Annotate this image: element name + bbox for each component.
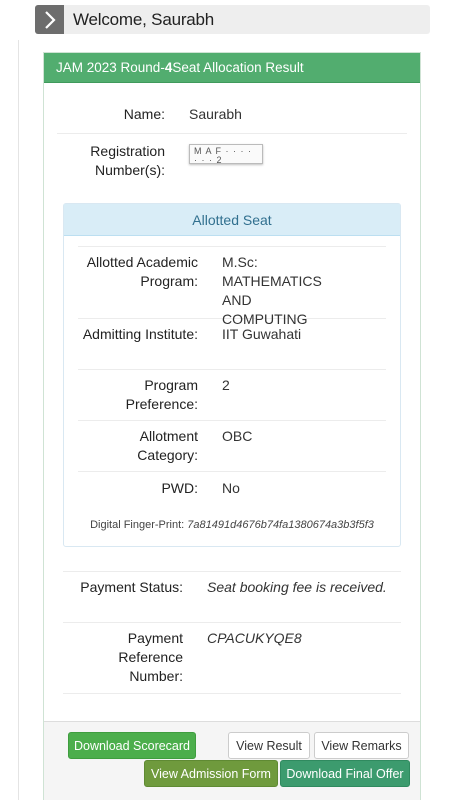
welcome-text: Welcome, Saurabh [73,9,215,29]
registration-number-image: M A F · · · · · · · 2 [189,144,263,164]
allotted-seat-header: Allotted Seat [64,204,400,236]
fingerprint-value: 7a81491d4676b74fa1380674a3b3f5f3 [187,519,374,531]
pwd-row: PWD: No [78,471,386,505]
name-label: Name: [123,105,165,122]
view-admission-form-button[interactable]: View Admission Form [144,760,278,787]
category-value: OBC [222,428,253,444]
seat-allocation-panel: JAM 2023 Round- 4 Seat Allocation Result … [43,52,421,800]
action-footer: Download Scorecard View Result View Rema… [44,721,420,800]
institute-row: Admitting Institute: IIT Guwahati [78,318,386,369]
preference-value: 2 [222,377,230,393]
name-row: Name: Saurabh [57,95,407,133]
payment-reference-label: Payment Reference Number: [118,630,183,684]
page-left-rail [18,40,19,800]
allotted-seat-table: Allotted Academic Program: M.Sc: MATHEMA… [78,246,386,505]
program-label: Allotted Academic Program: [86,254,198,289]
chevron-right-icon[interactable] [35,5,64,34]
view-result-button[interactable]: View Result [228,732,310,759]
candidate-table: Name: Saurabh Registration Number(s): M … [57,95,407,189]
category-row: Allotment Category: OBC [78,420,386,471]
welcome-bar: Welcome, Saurabh [35,5,430,34]
payment-status-label: Payment Status: [80,579,183,595]
digital-fingerprint: Digital Finger-Print: 7a81491d4676b74fa1… [90,519,374,531]
payment-table: Payment Status: Seat booking fee is rece… [63,571,401,694]
preference-row: Program Preference: 2 [78,369,386,420]
institute-label: Admitting Institute: [82,326,198,342]
institute-value: IIT Guwahati [222,326,302,342]
pwd-label: PWD: [161,480,198,496]
download-final-offer-button[interactable]: Download Final Offer [280,760,410,787]
download-scorecard-button[interactable]: Download Scorecard [68,732,196,759]
payment-status-row: Payment Status: Seat booking fee is rece… [63,571,401,622]
program-row: Allotted Academic Program: M.Sc: MATHEMA… [78,246,386,327]
program-value: M.Sc: MATHEMATICS AND COMPUTING [222,254,322,327]
name-value: Saurabh [189,105,242,122]
panel-title: JAM 2023 Round- 4 Seat Allocation Result [44,53,420,83]
category-label: Allotment Category: [137,428,198,463]
pwd-value: No [222,480,240,496]
preference-label: Program Preference: [125,377,198,412]
payment-reference-row: Payment Reference Number: CPACUKYQE8 [63,622,401,694]
allotted-seat-box: Allotted Seat Allotted Academic Program:… [63,203,401,547]
registration-row: Registration Number(s): M A F · · · · · … [57,133,407,189]
registration-label: Registration Number(s): [90,143,165,178]
payment-status-value: Seat booking fee is received. [207,579,387,595]
view-remarks-button[interactable]: View Remarks [314,732,409,759]
payment-reference-value: CPACUKYQE8 [207,630,302,646]
